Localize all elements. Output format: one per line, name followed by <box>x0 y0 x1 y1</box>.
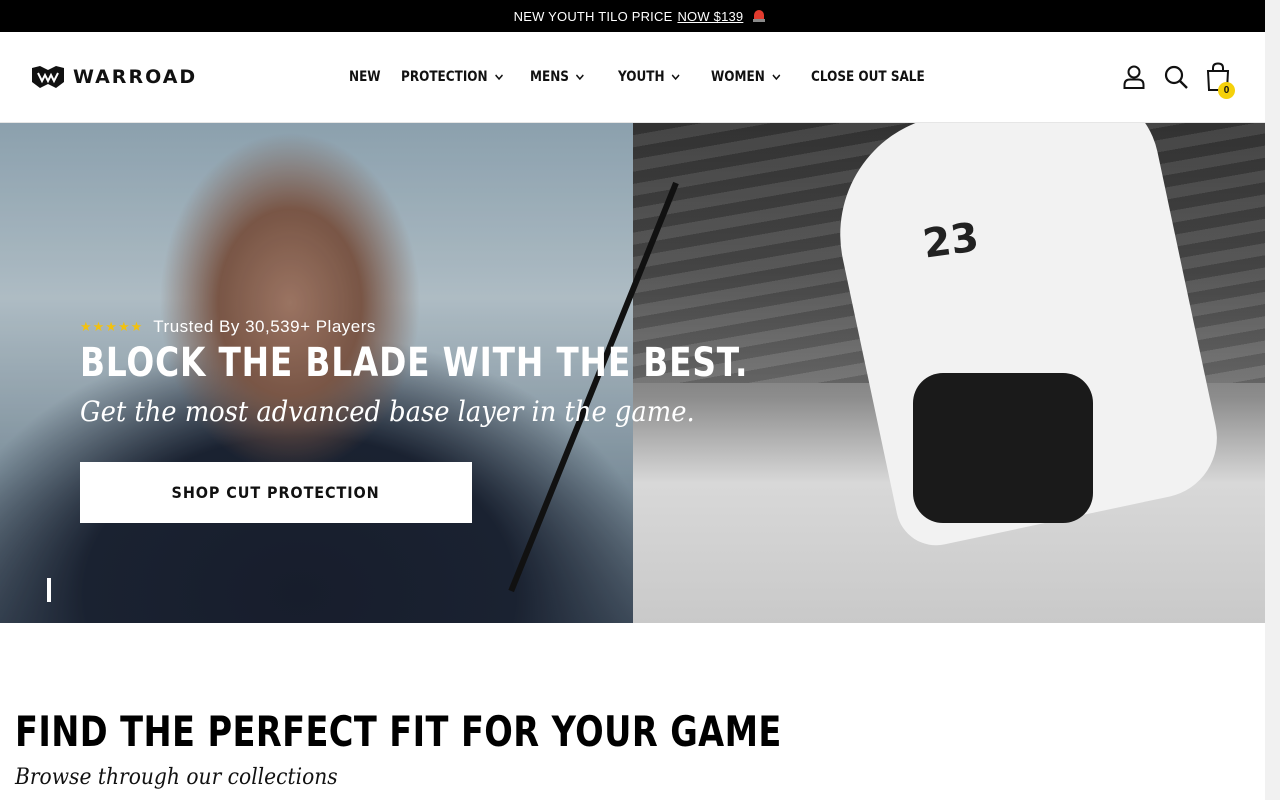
nav-item-women[interactable]: WOMEN <box>711 69 782 85</box>
search-icon <box>1164 65 1188 89</box>
logo-text: WARROAD <box>73 66 198 88</box>
nav-item-close-out-sale[interactable]: CLOSE OUT SALE <box>811 69 925 85</box>
nav-item-label: NEW <box>349 69 381 85</box>
player-number: 23 <box>920 214 982 268</box>
chevron-down-icon <box>671 74 680 81</box>
siren-icon <box>752 9 766 23</box>
cta-label: SHOP CUT PROTECTION <box>171 483 381 502</box>
shop-cut-protection-button[interactable]: SHOP CUT PROTECTION <box>80 462 472 523</box>
nav-item-label: PROTECTION <box>401 69 488 85</box>
rating-text: Trusted By 30,539+ Players <box>153 317 376 336</box>
chevron-down-icon <box>494 74 503 81</box>
star-rating-icon: ★★★★★ <box>80 319 144 334</box>
nav-item-mens[interactable]: MENS <box>530 69 586 85</box>
hero-subtitle: Get the most advanced base layer in the … <box>80 395 695 428</box>
nav-item-label: CLOSE OUT SALE <box>811 69 925 85</box>
account-icon <box>1123 65 1145 89</box>
section-subtitle: Browse through our collections <box>15 765 338 790</box>
section-title: FIND THE PERFECT FIT FOR YOUR GAME <box>15 707 782 756</box>
nav-item-label: WOMEN <box>711 69 765 85</box>
nav-item-protection[interactable]: PROTECTION <box>401 69 505 85</box>
announcement-text: NEW YOUTH TILO PRICE <box>513 8 673 24</box>
nav-item-label: MENS <box>530 69 569 85</box>
hero-title: BLOCK THE BLADE WITH THE BEST. <box>80 340 749 386</box>
site-header: WARROAD NEW PROTECTION MENS YOUTH WOMEN … <box>0 32 1280 123</box>
rating: ★★★★★ Trusted By 30,539+ Players <box>80 317 376 337</box>
nav-item-youth[interactable]: YOUTH <box>618 69 682 85</box>
announcement-bar: NEW YOUTH TILO PRICE NOW $139 <box>0 0 1280 32</box>
account-button[interactable] <box>1121 64 1147 90</box>
chevron-down-icon <box>576 74 585 81</box>
chevron-down-icon <box>772 74 780 81</box>
nav-item-new[interactable]: NEW <box>349 69 381 85</box>
page-scrollbar[interactable] <box>1265 0 1280 800</box>
warroad-logo-icon <box>32 66 64 88</box>
announcement-link[interactable]: NOW $139 <box>677 9 743 24</box>
nav-item-label: YOUTH <box>618 69 665 85</box>
search-button[interactable] <box>1163 64 1189 90</box>
logo[interactable]: WARROAD <box>31 65 197 89</box>
cart-count-badge: 0 <box>1218 82 1235 99</box>
hero-banner: 23 ★★★★★ Trusted By 30,539+ Players BLOC… <box>0 123 1265 623</box>
slide-indicator[interactable] <box>47 578 51 602</box>
